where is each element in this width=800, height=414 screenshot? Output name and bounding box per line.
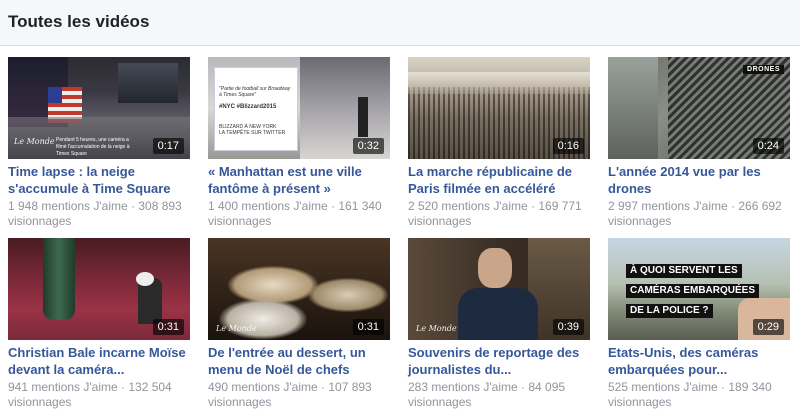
video-thumbnail[interactable]: "Partie de football sur Broadway à Times… [208, 57, 390, 159]
video-stats: 525 mentions J'aime · 189 340 visionnage… [608, 380, 772, 409]
video-card: À QUOI SERVENT LES CAMÉRAS EMBARQUÉES DE… [608, 238, 790, 410]
question-banner: À QUOI SERVENT LES CAMÉRAS EMBARQUÉES DE… [626, 260, 776, 320]
video-card: DRONES 0:24 L'année 2014 vue par les dro… [608, 57, 790, 229]
video-stats: 2 520 mentions J'aime · 169 771 visionna… [408, 199, 582, 228]
video-thumbnail[interactable]: Le Monde 0:31 [208, 238, 390, 340]
video-title-link[interactable]: La marche républicaine de Paris filmée e… [408, 163, 590, 197]
tweet-hashtags: #NYC #Blizzard2015 [219, 104, 277, 110]
video-title-link[interactable]: « Manhattan est une ville fantôme à prés… [208, 163, 390, 197]
tweet-text: "Partie de football sur Broadway à Times… [219, 86, 291, 98]
video-title-link[interactable]: De l'entrée au dessert, un menu de Noël … [208, 344, 390, 378]
video-duration: 0:31 [352, 319, 384, 335]
video-title-link[interactable]: Etats-Unis, des caméras embarquées pour.… [608, 344, 790, 378]
video-thumbnail[interactable]: Le Monde Pendant 5 heures, une caméra a … [8, 57, 190, 159]
video-thumbnail[interactable]: 0:16 [408, 57, 590, 159]
video-stats: 1 400 mentions J'aime · 161 340 visionna… [208, 199, 382, 228]
video-duration: 0:31 [152, 319, 184, 335]
banner-line: CAMÉRAS EMBARQUÉES [626, 284, 760, 298]
video-card: "Partie de football sur Broadway à Times… [208, 57, 390, 229]
video-stats: 283 mentions J'aime · 84 095 visionnages [408, 380, 566, 409]
drones-label: DRONES [743, 65, 784, 74]
video-title-link[interactable]: Time lapse : la neige s'accumule à Time … [8, 163, 190, 197]
video-stats: 490 mentions J'aime · 107 893 visionnage… [208, 380, 372, 409]
video-title-link[interactable]: Souvenirs de reportage des journalistes … [408, 344, 590, 378]
video-card: Le Monde 0:31 De l'entrée au dessert, un… [208, 238, 390, 410]
video-stats: 941 mentions J'aime · 132 504 visionnage… [8, 380, 172, 409]
banner-line: À QUOI SERVENT LES [626, 264, 742, 278]
tweet-footer-subtitle: LA TEMPÊTE SUR TWITTER [219, 130, 286, 136]
video-title-link[interactable]: Christian Bale incarne Moïse devant la c… [8, 344, 190, 378]
le-monde-logo: Le Monde [416, 324, 457, 333]
video-duration: 0:29 [752, 319, 784, 335]
le-monde-logo: Le Monde [14, 137, 55, 146]
video-title-link[interactable]: L'année 2014 vue par les drones [608, 163, 790, 197]
banner-line: DE LA POLICE ? [626, 304, 713, 318]
video-card: 0:31 Christian Bale incarne Moïse devant… [8, 238, 190, 410]
video-card: Le Monde 0:39 Souvenirs de reportage des… [408, 238, 590, 410]
video-thumbnail[interactable]: 0:31 [8, 238, 190, 340]
video-duration: 0:16 [552, 138, 584, 154]
video-duration: 0:24 [752, 138, 784, 154]
video-thumbnail[interactable]: DRONES 0:24 [608, 57, 790, 159]
video-thumbnail[interactable]: À QUOI SERVENT LES CAMÉRAS EMBARQUÉES DE… [608, 238, 790, 340]
video-stats: 2 997 mentions J'aime · 266 692 visionna… [608, 199, 782, 228]
video-duration: 0:17 [152, 138, 184, 154]
le-monde-logo: Le Monde [216, 324, 257, 333]
thumbnail-caption: Pendant 5 heures, une caméra a filmé l'a… [56, 137, 130, 157]
video-card: Le Monde Pendant 5 heures, une caméra a … [8, 57, 190, 229]
video-stats: 1 948 mentions J'aime · 308 893 visionna… [8, 199, 182, 228]
tweet-card: "Partie de football sur Broadway à Times… [214, 67, 298, 151]
video-card: 0:16 La marche républicaine de Paris fil… [408, 57, 590, 229]
video-grid: Le Monde Pendant 5 heures, une caméra a … [0, 0, 800, 414]
video-duration: 0:32 [352, 138, 384, 154]
video-duration: 0:39 [552, 319, 584, 335]
video-thumbnail[interactable]: Le Monde 0:39 [408, 238, 590, 340]
